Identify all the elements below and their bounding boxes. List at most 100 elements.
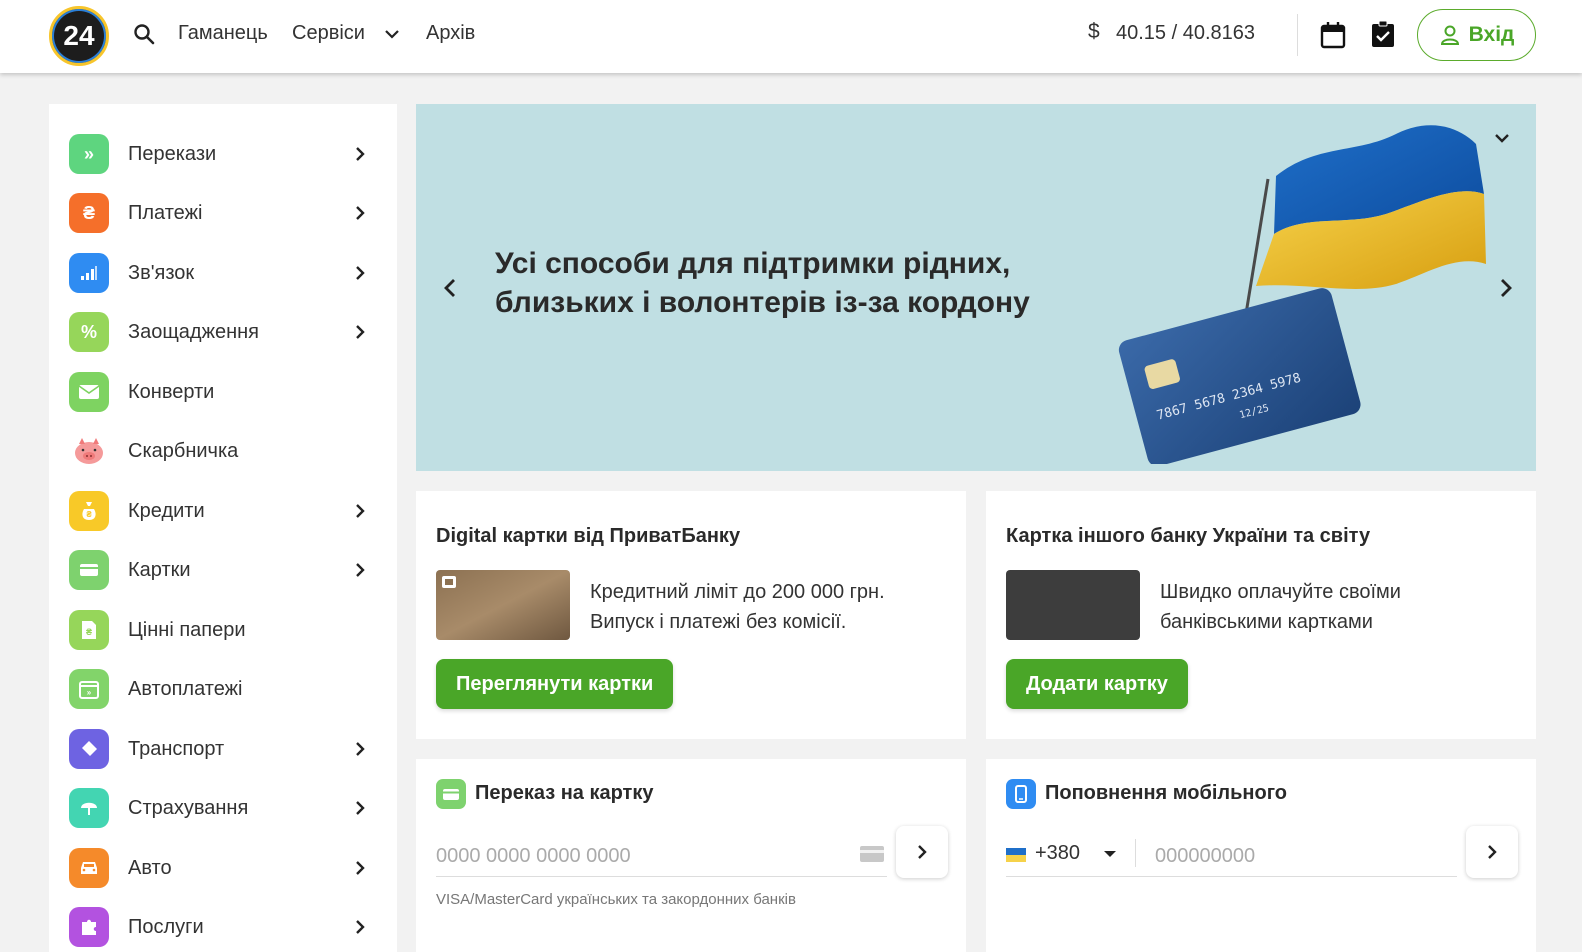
percent-icon: % — [69, 312, 109, 352]
sidebar-item-autopayments[interactable]: » Автоплатежі — [49, 661, 397, 717]
chevron-right-icon — [356, 206, 365, 220]
nav-services[interactable]: Сервіси — [292, 22, 365, 45]
promo-title: Картка іншого банку України та світу — [1006, 525, 1371, 547]
banner-title-line2: близьких і волонтерів із-за кордону — [495, 286, 1030, 319]
login-label: Вхід — [1468, 23, 1515, 46]
chevron-right-icon — [356, 920, 365, 934]
calendar-icon: » — [69, 669, 109, 709]
dollar-icon: $ — [1088, 20, 1100, 43]
sidebar-item-label: Кредити — [128, 500, 205, 522]
piggy-bank-icon — [69, 431, 109, 471]
sidebar-item-label: Автоплатежі — [128, 678, 243, 700]
sidebar-item-credits[interactable]: ₴ Кредити — [49, 483, 397, 539]
top-header: 24 Гаманець Сервіси Архів $ 40.15 / 40.8… — [0, 0, 1582, 73]
sidebar-item-communication[interactable]: Зв'язок — [49, 245, 397, 301]
transfer-submit-button[interactable] — [896, 826, 948, 878]
ukraine-flag-card-illustration: 7867 5678 2364 5978 12/25 — [1118, 125, 1486, 464]
ukraine-flag-icon — [1006, 848, 1026, 862]
nav-archive[interactable]: Архів — [426, 22, 475, 45]
puzzle-icon — [69, 907, 109, 947]
other-bank-card-promo: Картка іншого банку України та світу Шви… — [986, 491, 1536, 739]
header-divider — [1297, 14, 1298, 56]
sidebar-item-label: Послуги — [128, 916, 204, 938]
sidebar-item-piggy-bank[interactable]: Скарбничка — [49, 423, 397, 479]
sidebar-item-label: Зв'язок — [128, 262, 195, 284]
banner-title: Усі способи для підтримки рідних, близьк… — [495, 244, 1075, 322]
promo-text-line1: Швидко оплачуйте своїми — [1160, 581, 1401, 603]
add-card-button[interactable]: Додати картку — [1006, 659, 1188, 709]
sidebar-item-envelopes[interactable]: Конверти — [49, 364, 397, 420]
card-icon — [436, 779, 466, 809]
clipboard-check-icon[interactable] — [1370, 20, 1396, 48]
view-cards-button[interactable]: Переглянути картки — [436, 659, 674, 709]
sidebar-item-services[interactable]: Послуги — [49, 899, 397, 952]
country-code: +380 — [1035, 842, 1081, 864]
phone-number-input[interactable] — [1136, 837, 1457, 877]
envelope-icon — [69, 372, 109, 412]
widget-title: Поповнення мобільного — [1045, 782, 1288, 804]
chevron-right-icon — [356, 266, 365, 280]
country-code-select[interactable]: +380 — [1006, 837, 1136, 877]
logo-text: 24 — [63, 20, 95, 51]
sidebar-item-label: Платежі — [128, 202, 203, 224]
signal-icon — [69, 253, 109, 293]
umbrella-icon — [69, 788, 109, 828]
chevron-right-icon — [356, 563, 365, 577]
promo-text-line1: Кредитний ліміт до 200 000 грн. — [590, 581, 885, 603]
card-input-hint: VISA/MasterCard українських та закордонн… — [436, 891, 796, 908]
calendar-icon[interactable] — [1320, 21, 1346, 49]
sidebar-item-transport[interactable]: Транспорт — [49, 721, 397, 777]
sidebar-item-label: Цінні папери — [128, 619, 246, 641]
mobile-topup-widget: Поповнення мобільного +380 — [986, 759, 1536, 952]
svg-text:₴: ₴ — [86, 627, 92, 637]
sidebar-item-label: Перекази — [128, 143, 217, 165]
promo-description: Швидко оплачуйте своїми банківськими кар… — [1160, 577, 1500, 637]
chevron-right-icon — [356, 504, 365, 518]
sidebar-item-label: Конверти — [128, 381, 215, 403]
sidebar-item-label: Транспорт — [128, 738, 225, 760]
sidebar-item-savings[interactable]: % Заощадження — [49, 304, 397, 360]
sidebar-item-cards[interactable]: Картки — [49, 542, 397, 598]
promo-text-line2: банківськими картками — [1160, 611, 1373, 633]
sidebar-menu: » Перекази ₴ Платежі Зв'язок % Заощаджен… — [49, 104, 397, 952]
widget-title: Переказ на картку — [475, 782, 654, 804]
privat24-logo[interactable]: 24 — [49, 6, 109, 66]
sidebar-item-insurance[interactable]: Страхування — [49, 780, 397, 836]
exchange-rate[interactable]: 40.15 / 40.8163 — [1116, 22, 1255, 45]
chevron-right-icon — [356, 861, 365, 875]
sidebar-item-auto[interactable]: Авто — [49, 840, 397, 896]
sidebar-item-securities[interactable]: ₴ Цінні папери — [49, 602, 397, 658]
chevron-left-icon[interactable] — [436, 274, 464, 302]
nav-wallet[interactable]: Гаманець — [178, 22, 268, 45]
securities-icon: ₴ — [69, 610, 109, 650]
sidebar-item-label: Скарбничка — [128, 440, 239, 462]
promo-text-line2: Випуск і платежі без комісії. — [590, 611, 847, 633]
card-number-input[interactable] — [436, 837, 887, 877]
digital-cards-promo: Digital картки від ПриватБанку Кредитний… — [416, 491, 966, 739]
topup-submit-button[interactable] — [1466, 826, 1518, 878]
money-bag-icon: ₴ — [69, 491, 109, 531]
sidebar-item-label: Заощадження — [128, 321, 259, 343]
banner-title-line1: Усі способи для підтримки рідних, — [495, 247, 1011, 280]
sidebar-item-label: Картки — [128, 559, 191, 581]
chevron-right-icon — [356, 742, 365, 756]
chevron-right-icon — [356, 147, 365, 161]
chevron-right-icon[interactable] — [1492, 274, 1520, 302]
sidebar-item-payments[interactable]: ₴ Платежі — [49, 185, 397, 241]
chevron-right-icon — [356, 801, 365, 815]
gold-card-image — [436, 570, 570, 640]
ticket-icon — [69, 729, 109, 769]
sidebar-item-transfers[interactable]: » Перекази — [49, 126, 397, 182]
chevron-down-icon[interactable] — [382, 24, 402, 44]
card-icon — [860, 846, 884, 862]
promo-banner[interactable]: Усі способи для підтримки рідних, близьк… — [416, 104, 1536, 471]
sidebar-item-label: Страхування — [128, 797, 249, 819]
double-chevron-icon: » — [69, 134, 109, 174]
chevron-right-icon — [356, 325, 365, 339]
promo-title: Digital картки від ПриватБанку — [436, 525, 741, 547]
svg-text:»: » — [87, 688, 92, 697]
login-button[interactable]: Вхід — [1417, 9, 1536, 61]
phone-icon — [1006, 779, 1036, 809]
search-icon[interactable] — [132, 22, 156, 46]
chevron-right-icon — [918, 845, 927, 859]
